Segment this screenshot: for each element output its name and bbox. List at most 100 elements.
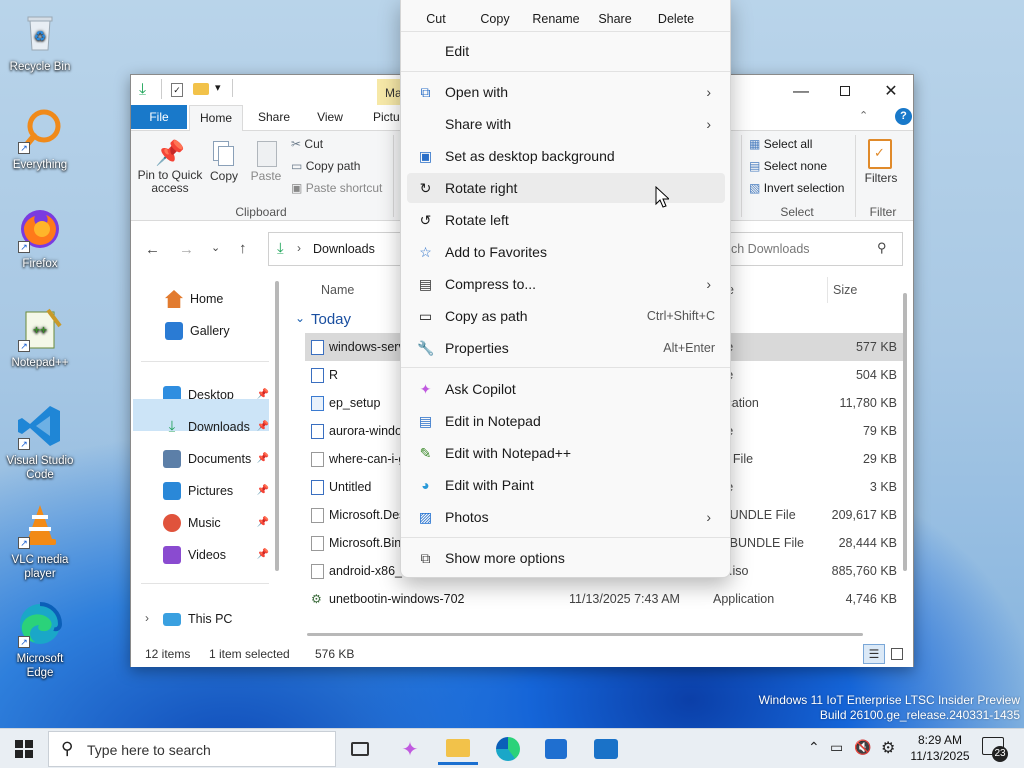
file-list-scrollbar[interactable] [903, 293, 907, 571]
menu-item-edit-notepad[interactable]: ▤ Edit in Notepad [407, 406, 725, 436]
search-box[interactable]: ch Downloads ⚲ [731, 232, 903, 266]
breadcrumb[interactable]: Downloads [313, 242, 375, 256]
menu-item-edit[interactable]: Edit [407, 36, 725, 66]
menu-item-edit-paint[interactable]: ◕ Edit with Paint [407, 470, 725, 500]
taskbar-outlook[interactable] [586, 733, 626, 765]
volume-muted-icon[interactable]: 🔇 [854, 739, 871, 756]
menu-item-compress[interactable]: ▤ Compress to... › [407, 269, 725, 299]
taskbar-file-explorer[interactable] [438, 733, 478, 765]
select-none-button[interactable]: ▤ Select none [749, 159, 827, 173]
copy-button[interactable]: Copy [205, 139, 243, 183]
menu-item-edit-notepadpp[interactable]: ✎ Edit with Notepad++ [407, 438, 725, 468]
desktop-icon-notepadpp[interactable]: ++ ↗ Notepad++ [4, 304, 76, 370]
tab-view[interactable]: View [307, 105, 353, 129]
filters-button[interactable]: ✓ Filters [859, 137, 903, 185]
desktop-icon-edge[interactable]: ↗ Microsoft Edge [4, 600, 76, 680]
invert-selection-button[interactable]: ▧ Invert selection [749, 181, 844, 195]
paste-shortcut-button[interactable]: ▣ Paste shortcut [291, 181, 382, 195]
nav-item-downloads[interactable]: ⤓ Downloads 📌 [163, 413, 269, 441]
menu-item-show-more-options[interactable]: ⧉ Show more options [407, 543, 725, 573]
nav-divider [141, 583, 269, 584]
details-view-icon[interactable]: ☰ [863, 644, 885, 664]
cut-button[interactable]: Cut [406, 5, 466, 33]
search-input[interactable]: ch Downloads [731, 242, 810, 256]
select-all-button[interactable]: ▦ Select all [749, 137, 812, 151]
menu-item-copy-as-path[interactable]: ▭ Copy as path Ctrl+Shift+C [407, 301, 725, 331]
column-header-size[interactable]: Size [833, 283, 857, 297]
task-view-button[interactable] [340, 733, 380, 765]
group-header[interactable]: Today [311, 311, 351, 328]
copy-button[interactable]: Copy [465, 5, 525, 33]
taskbar-copilot[interactable]: ✦ [390, 733, 430, 765]
nav-item-home[interactable]: Home [165, 285, 223, 313]
menu-item-photos[interactable]: ▨ Photos › [407, 502, 725, 532]
nav-item-music[interactable]: Music 📌 [163, 509, 269, 537]
taskbar-store[interactable] [536, 733, 576, 765]
properties-icon[interactable]: ✓ [171, 83, 183, 97]
up-arrow-icon[interactable]: ↑ [239, 240, 247, 257]
nav-item-gallery[interactable]: Gallery [165, 317, 230, 345]
back-arrow-icon[interactable]: ← [145, 241, 160, 258]
horizontal-scrollbar[interactable] [307, 633, 863, 636]
nav-item-videos[interactable]: Videos 📌 [163, 541, 269, 569]
menu-item-open-with[interactable]: ⧉ Open with › [407, 77, 725, 107]
taskbar-edge[interactable] [488, 733, 528, 765]
menu-item-properties[interactable]: 🔧 Properties Alt+Enter [407, 333, 725, 363]
menu-item-add-favorites[interactable]: ☆ Add to Favorites [407, 237, 725, 267]
desktop-icon-firefox[interactable]: ↗ Firefox [4, 205, 76, 271]
large-icons-view-icon[interactable] [891, 648, 903, 660]
copy-path-button[interactable]: ▭ Copy path [291, 159, 360, 173]
paste-button[interactable]: Paste [247, 139, 285, 183]
nav-item-documents[interactable]: Documents 📌 [163, 445, 269, 473]
table-row[interactable]: ⚙ unetbootin-windows-702 11/13/2025 7:43 A… [305, 585, 905, 613]
address-bar[interactable]: ⤓ › Downloads [268, 232, 400, 266]
clock[interactable]: 8:29 AM 11/13/2025 [904, 732, 976, 764]
cut-button[interactable]: ✂ Cut [291, 137, 323, 151]
expand-chevron-icon[interactable]: › [145, 611, 149, 625]
clock-time: 8:29 AM [917, 733, 963, 747]
close-button[interactable]: ✕ [873, 81, 909, 103]
nav-item-this-pc[interactable]: This PC [163, 605, 232, 633]
delete-button[interactable]: Delete [646, 5, 706, 33]
taskbar-search-input[interactable]: Type here to search [87, 742, 211, 758]
recent-chevron-icon[interactable]: ⌄ [211, 241, 220, 254]
tab-share[interactable]: Share [249, 105, 299, 129]
show-hidden-icons-icon[interactable]: ⌃ [808, 739, 820, 756]
rename-button[interactable]: Rename [526, 5, 586, 33]
maximize-button[interactable] [827, 81, 863, 103]
file-size: 29 KB [862, 452, 897, 466]
customize-quick-access-icon[interactable]: ▾ [215, 81, 221, 94]
copilot-icon: ✦ [401, 738, 419, 761]
desktop-icon-vscode[interactable]: ↗ Visual Studio Code [4, 402, 76, 482]
tab-home[interactable]: Home [189, 105, 243, 131]
column-header-name[interactable]: Name [321, 283, 354, 297]
help-icon[interactable]: ? [895, 108, 912, 125]
new-folder-icon[interactable] [193, 83, 209, 95]
pin-quick-access-button[interactable]: 📌 Pin to Quick access [135, 139, 205, 195]
desktop-icon-vlc[interactable]: ↗ VLC media player [4, 501, 76, 581]
menu-item-set-background[interactable]: ▣ Set as desktop background [407, 141, 725, 171]
desktop-icon-recycle-bin[interactable]: ♻ Recycle Bin [4, 8, 76, 74]
search-icon: ⚲ [61, 739, 74, 758]
tab-file[interactable]: File [131, 105, 187, 129]
settings-gear-icon[interactable]: ⚙ [881, 738, 895, 758]
menu-item-rotate-left[interactable]: ↺ Rotate left [407, 205, 725, 235]
taskbar-search-box[interactable]: ⚲ Type here to search [48, 731, 336, 767]
menu-item-share-with[interactable]: Share with › [407, 109, 725, 139]
cut-label: Cut [304, 137, 324, 151]
menu-item-ask-copilot[interactable]: ✦ Ask Copilot [407, 374, 725, 404]
desktop-icon-everything[interactable]: ↗ Everything [4, 106, 76, 172]
open-with-icon: ⧉ [420, 84, 431, 100]
network-icon[interactable]: ▭ [830, 739, 843, 756]
nav-scrollbar[interactable] [275, 281, 279, 571]
minimize-button[interactable]: — [783, 81, 819, 103]
documents-icon [163, 450, 181, 468]
file-name: aurora-windo [329, 424, 402, 438]
share-button[interactable]: Share [585, 5, 645, 33]
group-collapse-chevron-icon[interactable]: ⌄ [295, 311, 305, 325]
nav-item-pictures[interactable]: Pictures 📌 [163, 477, 269, 505]
menu-item-rotate-right[interactable]: ↻ Rotate right [407, 173, 725, 203]
forward-arrow-icon[interactable]: → [179, 241, 194, 258]
start-button[interactable] [4, 733, 44, 765]
ribbon-collapse-icon[interactable]: ⌃ [859, 109, 868, 122]
